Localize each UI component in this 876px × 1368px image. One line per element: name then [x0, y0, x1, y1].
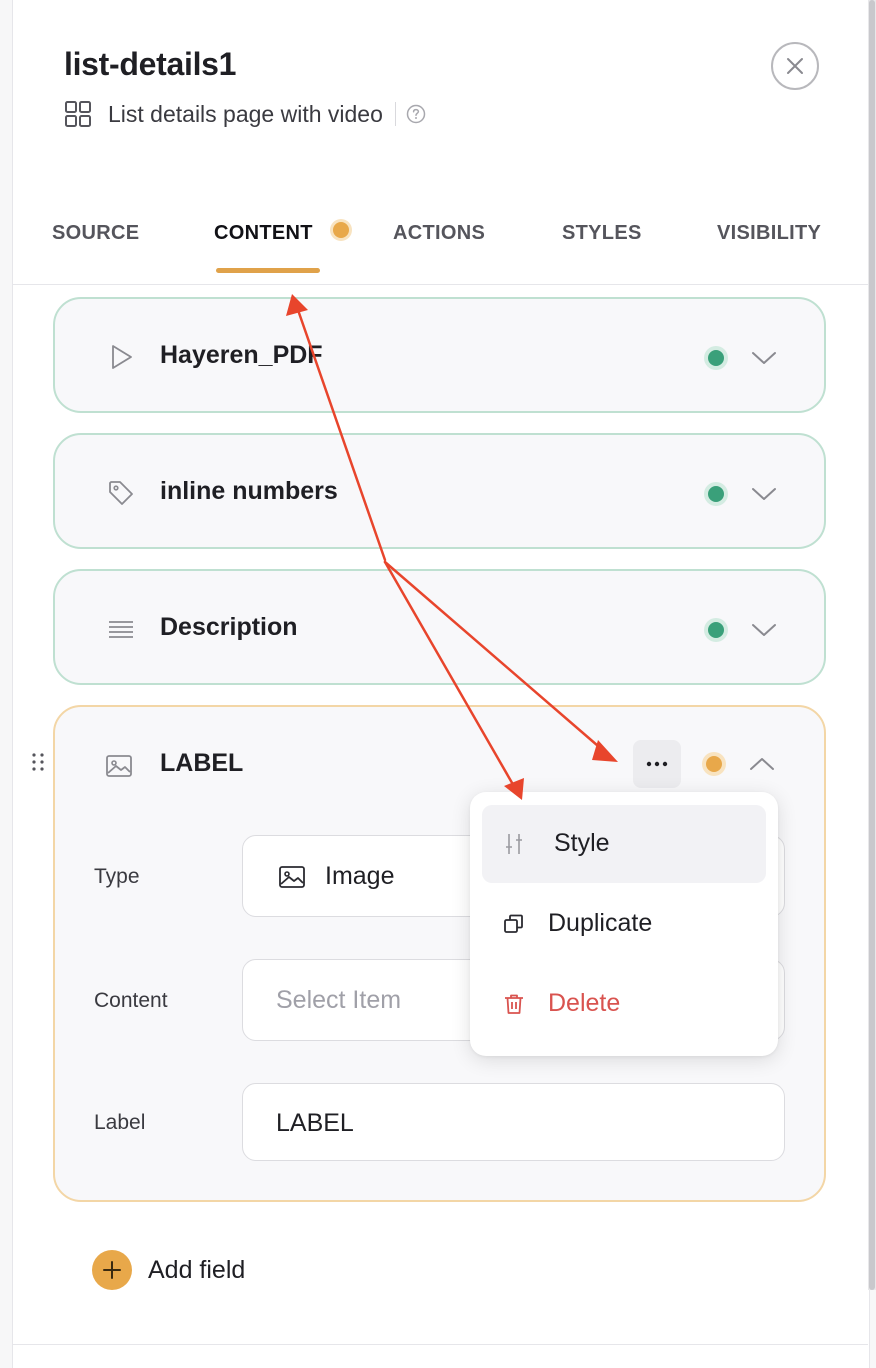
active-tab-underline [216, 268, 320, 273]
menu-label: Style [554, 829, 610, 857]
status-dot [708, 622, 724, 638]
tag-icon [109, 481, 133, 505]
tab-visibility[interactable]: VISIBILITY [717, 222, 821, 245]
help-icon[interactable] [406, 104, 426, 124]
plus-icon [92, 1250, 132, 1290]
menu-label: Duplicate [548, 909, 653, 937]
add-field-button[interactable]: Add field [92, 1250, 245, 1290]
template-name: List details page with video [108, 100, 383, 127]
copy-icon [504, 914, 523, 933]
chevron-down-icon[interactable] [751, 486, 777, 502]
close-icon [787, 58, 803, 74]
drag-handle-icon[interactable] [30, 752, 46, 776]
sliders-icon [506, 834, 522, 854]
more-options-button[interactable] [633, 740, 681, 788]
tab-source[interactable]: SOURCE [52, 222, 139, 245]
chevron-down-icon[interactable] [751, 350, 777, 366]
status-dot [708, 350, 724, 366]
tab-content[interactable]: CONTENT [214, 222, 313, 245]
field-card-inline-numbers[interactable]: inline numbers [53, 433, 826, 549]
add-field-label: Add field [148, 1255, 246, 1284]
grid-layout-icon [65, 101, 91, 127]
divider [394, 102, 396, 126]
chevron-up-icon[interactable] [749, 756, 775, 772]
label-input[interactable]: LABEL [242, 1083, 785, 1161]
image-icon [106, 755, 132, 777]
field-title: LABEL [160, 749, 244, 777]
page-title: list-details1 [64, 46, 237, 82]
more-horizontal-icon [646, 761, 668, 767]
menu-item-delete[interactable]: Delete [482, 965, 766, 1043]
content-placeholder: Select Item [276, 986, 402, 1014]
type-value: Image [325, 862, 395, 890]
content-tab-indicator [333, 222, 349, 238]
play-icon [112, 345, 132, 369]
field-title: Hayeren_PDF [160, 341, 323, 369]
trash-icon [505, 994, 523, 1014]
status-dot [706, 756, 722, 772]
template-subtitle: List details page with video [64, 98, 426, 130]
image-icon [279, 866, 305, 888]
chevron-down-icon[interactable] [751, 622, 777, 638]
tab-styles[interactable]: STYLES [562, 222, 642, 245]
scrollbar-thumb[interactable] [869, 0, 875, 1290]
label-value: LABEL [276, 1109, 354, 1137]
field-title: inline numbers [160, 477, 338, 505]
tab-bar: SOURCE CONTENT ACTIONS STYLES VISIBILITY [12, 200, 868, 285]
context-menu: Style Duplicate Delete [470, 792, 778, 1056]
divider [12, 1344, 868, 1345]
menu-item-duplicate[interactable]: Duplicate [482, 885, 766, 963]
field-card-description[interactable]: Description [53, 569, 826, 685]
text-lines-icon [109, 621, 133, 638]
tab-actions[interactable]: ACTIONS [393, 222, 485, 245]
label-label: Label [94, 1111, 146, 1134]
close-button[interactable] [771, 42, 819, 90]
status-dot [708, 486, 724, 502]
field-title: Description [160, 613, 298, 641]
type-label: Type [94, 865, 140, 888]
content-label: Content [94, 989, 168, 1012]
menu-item-style[interactable]: Style [482, 805, 766, 883]
field-card-hayeren-pdf[interactable]: Hayeren_PDF [53, 297, 826, 413]
menu-label: Delete [548, 989, 621, 1017]
